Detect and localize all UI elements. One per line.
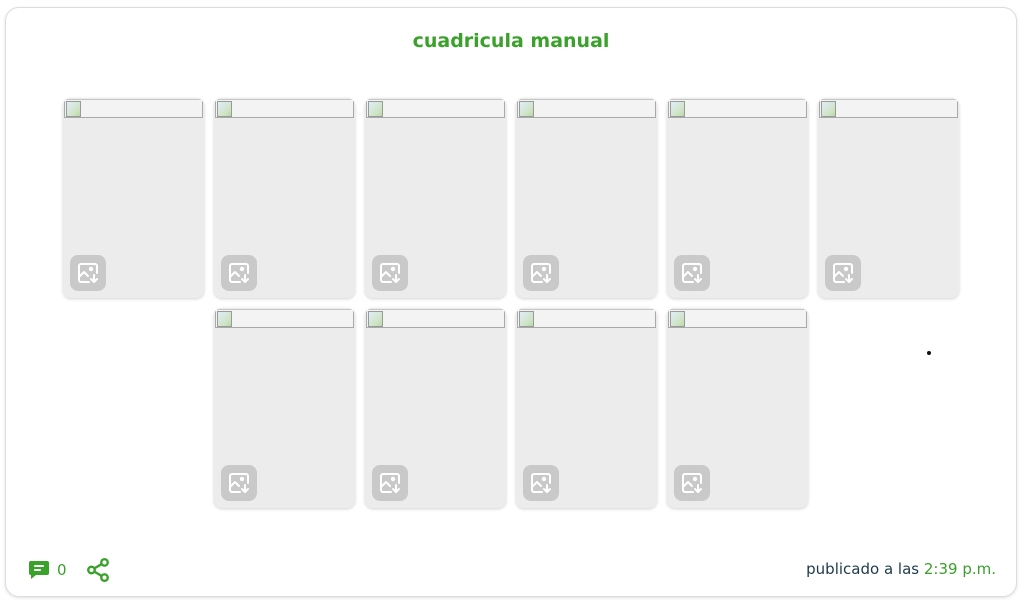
grid-tile[interactable] xyxy=(365,308,506,508)
download-image-icon xyxy=(229,263,249,283)
grid-tile[interactable] xyxy=(516,98,657,298)
published-time: 2:39 p.m. xyxy=(923,560,996,578)
broken-image-icon xyxy=(215,99,354,118)
download-image-button[interactable] xyxy=(674,255,710,291)
download-image-icon xyxy=(78,263,98,283)
post-title: cuadricula manual xyxy=(412,30,610,52)
grid-tile[interactable] xyxy=(818,98,959,298)
download-image-icon xyxy=(380,473,400,493)
share-icon xyxy=(86,557,109,583)
published-prefix: publicado a las xyxy=(806,560,920,578)
stray-dot xyxy=(927,351,931,355)
grid-tile[interactable] xyxy=(516,308,657,508)
post-actions: 0 xyxy=(27,557,111,583)
download-image-icon xyxy=(531,473,551,493)
grid-tile[interactable] xyxy=(365,98,506,298)
download-image-button[interactable] xyxy=(674,465,710,501)
broken-image-icon xyxy=(366,309,505,328)
broken-image-icon xyxy=(668,309,807,328)
share-button[interactable] xyxy=(85,557,111,583)
download-image-icon xyxy=(833,263,853,283)
broken-image-icon xyxy=(215,309,354,328)
download-image-icon xyxy=(682,473,702,493)
post-card: cuadricula manual 0 publicado a las 2:39… xyxy=(5,7,1017,597)
download-image-button[interactable] xyxy=(523,465,559,501)
grid-row-1 xyxy=(6,98,1016,298)
download-image-icon xyxy=(531,263,551,283)
comment-count: 0 xyxy=(57,561,67,579)
broken-image-icon xyxy=(517,309,656,328)
download-image-button[interactable] xyxy=(70,255,106,291)
broken-image-icon xyxy=(668,99,807,118)
grid-row-2 xyxy=(6,308,1016,508)
download-image-icon xyxy=(380,263,400,283)
grid-tile[interactable] xyxy=(63,98,204,298)
comments-button[interactable]: 0 xyxy=(27,558,67,582)
published-info: publicado a las 2:39 p.m. xyxy=(806,560,996,578)
broken-image-icon xyxy=(366,99,505,118)
download-image-icon xyxy=(229,473,249,493)
download-image-icon xyxy=(682,263,702,283)
broken-image-icon xyxy=(64,99,203,118)
download-image-button[interactable] xyxy=(221,255,257,291)
download-image-button[interactable] xyxy=(372,255,408,291)
grid-tile[interactable] xyxy=(214,98,355,298)
broken-image-icon xyxy=(819,99,958,118)
download-image-button[interactable] xyxy=(825,255,861,291)
grid-tile[interactable] xyxy=(667,98,808,298)
grid-tile[interactable] xyxy=(214,308,355,508)
download-image-button[interactable] xyxy=(372,465,408,501)
download-image-button[interactable] xyxy=(523,255,559,291)
grid-tile[interactable] xyxy=(667,308,808,508)
broken-image-icon xyxy=(517,99,656,118)
comment-icon xyxy=(29,561,49,579)
download-image-button[interactable] xyxy=(221,465,257,501)
